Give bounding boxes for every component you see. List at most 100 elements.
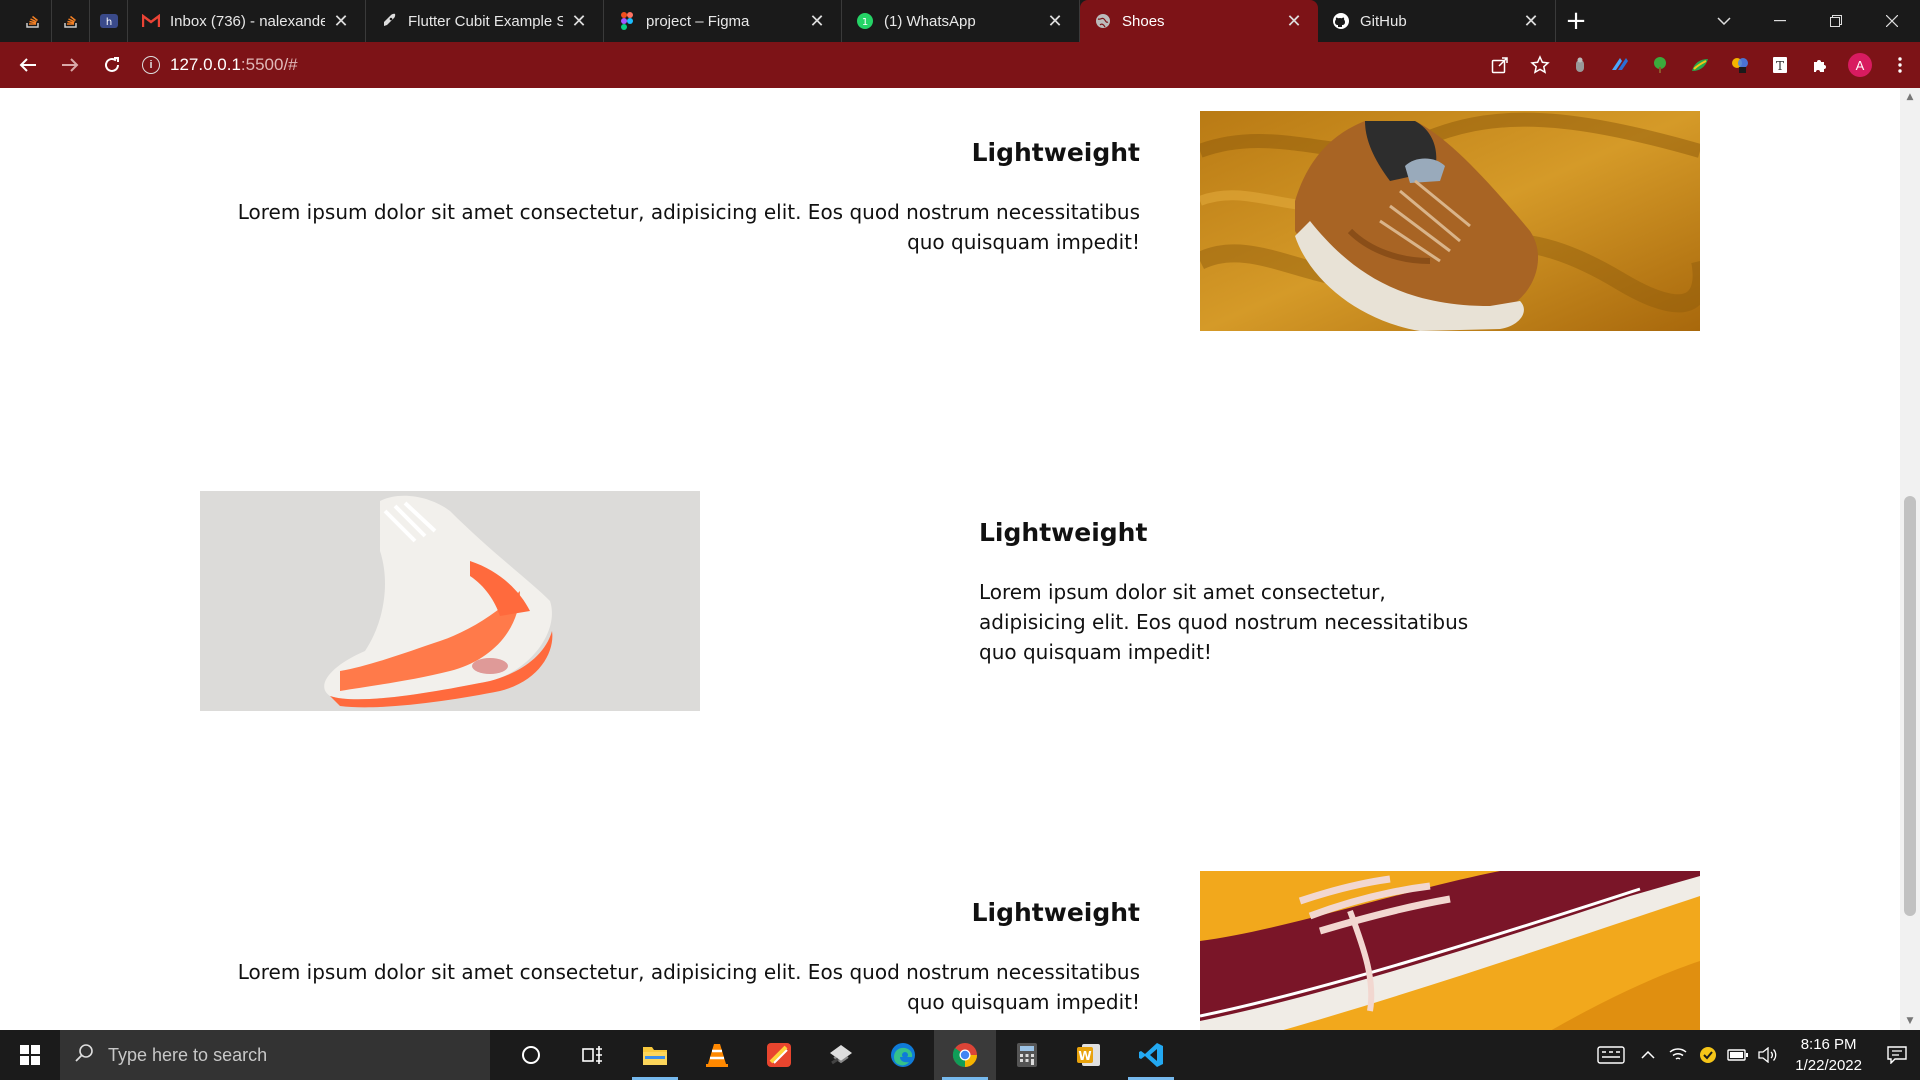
toolbar-actions: T A (1480, 42, 1920, 88)
tab-title: Shoes (1122, 12, 1165, 30)
vlc-button[interactable] (686, 1030, 748, 1080)
browser-tabstrip: h Inbox (736) - nalexander ✕ Flutter Cub… (0, 0, 1920, 42)
chrome-button[interactable] (934, 1030, 996, 1080)
app-button-inkscape[interactable] (810, 1030, 872, 1080)
reload-button[interactable] (92, 45, 132, 85)
shoe-image-orange (200, 491, 700, 711)
rocket-icon (380, 12, 398, 30)
tab-shoes[interactable]: Shoes ✕ (1080, 0, 1318, 42)
chrome-icon (952, 1043, 977, 1067)
figma-icon (618, 12, 636, 30)
wifi-icon[interactable] (1663, 1030, 1693, 1080)
stackoverflow-icon (25, 15, 39, 28)
browser-toolbar: i 127.0.0.1:5500/# T A (0, 42, 1920, 88)
tab-title: (1) WhatsApp (884, 12, 976, 30)
paint-app-icon (767, 1043, 791, 1067)
close-icon[interactable]: ✕ (1284, 11, 1304, 31)
close-icon[interactable]: ✕ (1045, 11, 1065, 31)
task-view-button[interactable] (562, 1030, 624, 1080)
close-icon[interactable]: ✕ (807, 11, 827, 31)
extension-icon-4[interactable] (1680, 42, 1720, 88)
tab-flutter-cubit[interactable]: Flutter Cubit Example St ✕ (366, 0, 604, 42)
extension-icon-5[interactable] (1720, 42, 1760, 88)
tab-github[interactable]: GitHub ✕ (1318, 0, 1556, 42)
more-menu-icon[interactable] (1880, 42, 1920, 88)
share-icon[interactable] (1480, 42, 1520, 88)
vscode-button[interactable] (1120, 1030, 1182, 1080)
feature-text: Lorem ipsum dolor sit amet consectetur, … (979, 580, 1469, 664)
forward-button[interactable] (50, 45, 90, 85)
calculator-button[interactable] (996, 1030, 1058, 1080)
search-icon (74, 1043, 94, 1068)
profile-button[interactable]: A (1840, 42, 1880, 88)
window-close-button[interactable] (1864, 0, 1920, 42)
system-tray: 8:16 PM 1/22/2022 (1589, 1030, 1920, 1080)
feature-section-1: Lightweight Lorem ipsum dolor sit amet c… (200, 138, 1140, 257)
tab-figma[interactable]: project – Figma ✕ (604, 0, 842, 42)
extension-icon-1[interactable] (1560, 42, 1600, 88)
taskbar-clock[interactable]: 8:16 PM 1/22/2022 (1783, 1034, 1874, 1076)
tab-title: Inbox (736) - nalexander (170, 12, 325, 30)
restore-button[interactable] (1808, 0, 1864, 42)
tray-expand-icon[interactable] (1633, 1030, 1663, 1080)
vlc-icon (706, 1044, 728, 1067)
taskbar-search-box[interactable]: Type here to search (60, 1030, 490, 1080)
tab-search-chevron-icon[interactable] (1696, 0, 1752, 42)
arrow-right-icon (62, 58, 79, 72)
site-info-icon[interactable]: i (142, 56, 160, 74)
close-icon[interactable]: ✕ (331, 11, 351, 31)
globe-icon (1094, 12, 1112, 30)
shoe-image-maroon (1200, 871, 1700, 1030)
notifications-icon[interactable] (1874, 1030, 1920, 1080)
window-controls (1696, 0, 1920, 42)
feature-heading: Lightweight (971, 898, 1140, 927)
page-viewport: Lightweight Lorem ipsum dolor sit amet c… (0, 88, 1900, 1030)
edge-button[interactable] (872, 1030, 934, 1080)
search-placeholder: Type here to search (108, 1044, 268, 1065)
inkscape-icon (830, 1045, 852, 1065)
feature-heading: Lightweight (979, 518, 1148, 547)
keyboard-layout-icon[interactable] (1589, 1030, 1633, 1080)
feature-section-3: Lightweight Lorem ipsum dolor sit amet c… (200, 898, 1140, 1017)
pinned-tab-stackoverflow-2[interactable] (52, 0, 90, 42)
norton-icon[interactable] (1693, 1030, 1723, 1080)
word-icon: W (1077, 1044, 1100, 1066)
tab-whatsapp[interactable]: 1 (1) WhatsApp ✕ (842, 0, 1080, 42)
avatar: A (1848, 53, 1872, 77)
volume-icon[interactable] (1753, 1030, 1783, 1080)
reload-icon (105, 57, 119, 72)
close-icon[interactable]: ✕ (569, 11, 589, 31)
tab-gmail[interactable]: Inbox (736) - nalexander ✕ (128, 0, 366, 42)
vscode-icon (1139, 1043, 1163, 1067)
svg-text:W: W (1078, 1049, 1091, 1063)
scroll-up-icon[interactable]: ▲ (1900, 88, 1920, 106)
close-icon[interactable]: ✕ (1521, 11, 1541, 31)
extension-icon-2[interactable] (1600, 42, 1640, 88)
feature-heading: Lightweight (971, 138, 1140, 167)
puzzle-icon[interactable] (1800, 42, 1840, 88)
start-button[interactable] (0, 1030, 60, 1080)
stackoverflow-icon (63, 15, 77, 28)
address-bar[interactable]: i 127.0.0.1:5500/# (142, 48, 1462, 82)
pinned-tab-stackoverflow[interactable] (14, 0, 52, 42)
bookmark-star-icon[interactable] (1520, 42, 1560, 88)
extension-icon-6[interactable]: T (1760, 42, 1800, 88)
sketch-app-button[interactable] (748, 1030, 810, 1080)
word-button[interactable]: W (1058, 1030, 1120, 1080)
extension-icon-3[interactable] (1640, 42, 1680, 88)
github-icon (1332, 12, 1350, 30)
hashnode-icon: h (99, 14, 118, 28)
file-explorer-button[interactable] (624, 1030, 686, 1080)
scroll-down-icon[interactable]: ▼ (1900, 1012, 1920, 1030)
gmail-icon (142, 12, 160, 30)
edge-icon (891, 1043, 915, 1067)
scrollbar-thumb[interactable] (1904, 496, 1916, 916)
cortana-button[interactable] (500, 1030, 562, 1080)
new-tab-button[interactable]: + (1556, 0, 1596, 42)
url-path: :5500/# (240, 55, 298, 74)
page-scrollbar[interactable]: ▲ ▼ (1900, 88, 1920, 1030)
pinned-tab-hashnode[interactable]: h (90, 0, 128, 42)
back-button[interactable] (8, 45, 48, 85)
battery-icon[interactable] (1723, 1030, 1753, 1080)
minimize-button[interactable] (1752, 0, 1808, 42)
